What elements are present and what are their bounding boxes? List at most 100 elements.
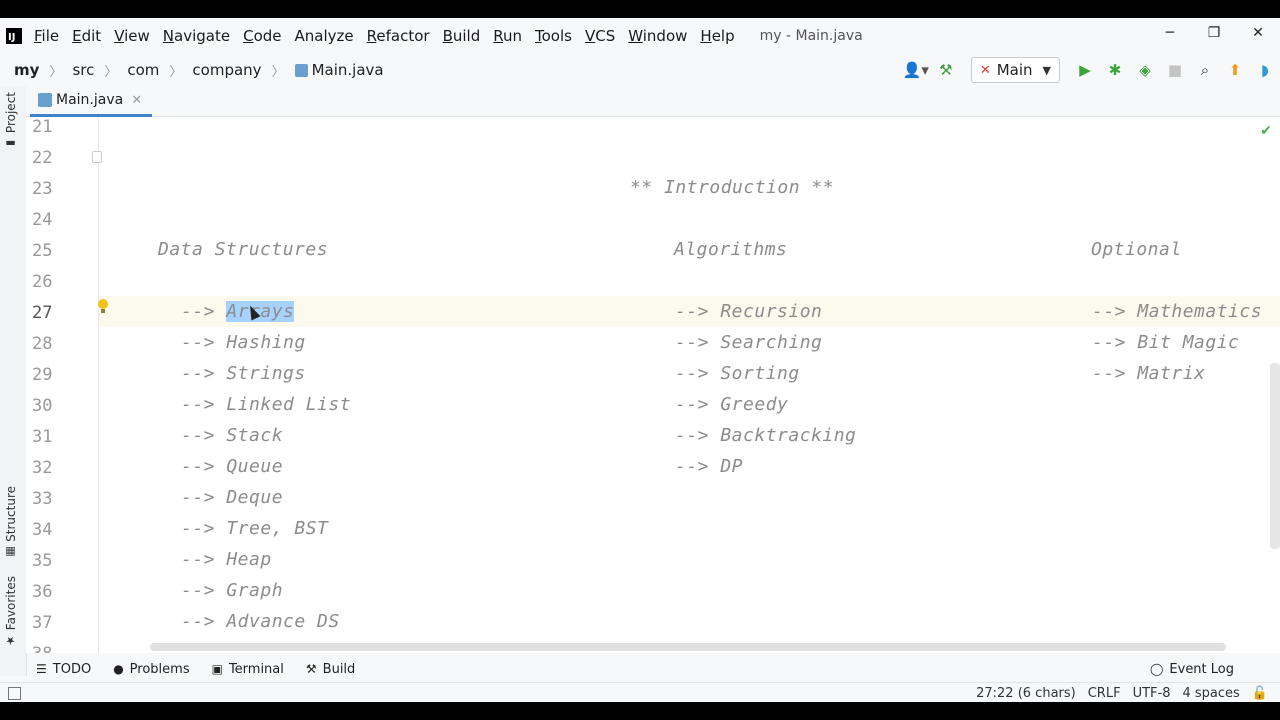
col-header-algorithms: Algorithms xyxy=(674,239,788,260)
optional-item: --> Mathematics xyxy=(1092,301,1263,322)
star-icon: ★ xyxy=(4,634,17,648)
indent-setting[interactable]: 4 spaces xyxy=(1182,686,1239,701)
run-icon[interactable]: ▶ xyxy=(1070,61,1100,79)
ds-item: --> Hashing xyxy=(181,332,306,353)
lightbulb-icon[interactable] xyxy=(98,299,108,313)
menu-vcs[interactable]: VCS xyxy=(585,27,615,45)
ds-item: --> Stack xyxy=(181,425,284,446)
hammer-icon: ⚒ xyxy=(305,662,317,676)
line-number: 31 xyxy=(32,427,53,447)
line-number: 21 xyxy=(32,117,53,137)
line-number: 30 xyxy=(32,396,53,416)
debug-icon[interactable]: ✱ xyxy=(1100,61,1130,79)
jetbrains-icon[interactable]: ◗ xyxy=(1250,61,1280,79)
update-icon[interactable]: ⬆ xyxy=(1220,61,1250,79)
line-number: 38 xyxy=(32,644,72,653)
window-title: my - Main.java xyxy=(759,28,863,44)
run-configuration-select[interactable]: ✕ Main ▼ xyxy=(970,57,1060,83)
terminal-tool-button[interactable]: ▣ Terminal xyxy=(212,662,284,677)
close-icon[interactable]: ✕ xyxy=(1236,18,1280,48)
breadcrumb-src[interactable]: src xyxy=(72,61,94,79)
tab-main-java[interactable]: Main.java ✕ xyxy=(30,86,153,117)
problems-tool-button[interactable]: ● Problems xyxy=(113,662,189,677)
problems-icon: ● xyxy=(113,662,124,676)
terminal-icon: ▣ xyxy=(211,662,223,676)
config-error-icon: ✕ xyxy=(979,62,991,78)
ds-item: --> Queue xyxy=(181,456,284,477)
user-icon[interactable]: 👤▾ xyxy=(901,61,931,79)
menu-edit[interactable]: Edit xyxy=(72,27,101,45)
line-number: 35 xyxy=(32,551,53,571)
menu-run[interactable]: Run xyxy=(493,27,522,45)
line-number: 34 xyxy=(32,520,53,540)
menu-analyze[interactable]: Analyze xyxy=(295,27,354,45)
tool-window-toggle-icon[interactable] xyxy=(8,686,21,700)
build-hammer-icon[interactable]: ⚒ xyxy=(931,61,961,79)
stop-icon[interactable]: ■ xyxy=(1160,61,1190,79)
chevron-down-icon: ▼ xyxy=(1042,63,1051,77)
code-editor[interactable]: 21 22 23 24 25 26 27 28 29 30 31 32 33 3… xyxy=(26,117,1280,653)
bottom-tool-bar: ☰ TODO ● Problems ▣ Terminal ⚒ Build ◯ Event … xyxy=(26,654,1280,684)
breadcrumb-company[interactable]: company xyxy=(192,61,261,79)
editor-gutter: 21 22 23 24 25 26 27 28 29 30 31 32 33 3… xyxy=(26,117,102,653)
structure-icon: ▦ xyxy=(4,545,17,559)
coverage-icon[interactable]: ◈ xyxy=(1130,61,1160,79)
optional-item: --> Matrix xyxy=(1092,363,1206,384)
line-number: 24 xyxy=(32,210,53,230)
file-encoding[interactable]: UTF-8 xyxy=(1133,686,1171,701)
no-problems-check-icon[interactable]: ✔ xyxy=(1260,123,1272,139)
col-header-optional: Optional xyxy=(1091,239,1182,260)
menu-file[interactable]: File xyxy=(34,27,59,45)
chat-bubble-icon: ◯ xyxy=(1149,662,1164,676)
todo-tool-button[interactable]: ☰ TODO xyxy=(36,662,91,677)
horizontal-scrollbar[interactable] xyxy=(150,643,1226,651)
breadcrumb-file[interactable]: Main.java xyxy=(294,61,384,79)
menu-window[interactable]: Window xyxy=(628,27,687,45)
breadcrumb-com[interactable]: com xyxy=(127,61,159,79)
folder-icon: ▬ xyxy=(4,136,17,150)
line-separator[interactable]: CRLF xyxy=(1088,686,1121,701)
menu-build[interactable]: Build xyxy=(443,27,481,45)
menu-view[interactable]: View xyxy=(114,27,150,45)
menu-navigate[interactable]: Navigate xyxy=(163,27,230,45)
breadcrumb-project[interactable]: my xyxy=(14,61,39,79)
build-tool-button[interactable]: ⚒ Build xyxy=(306,662,355,677)
event-log-button[interactable]: ◯ Event Log xyxy=(1150,654,1234,684)
favorites-tool-tab[interactable]: ★ Favorites xyxy=(4,576,18,651)
line-number: 23 xyxy=(32,179,53,199)
line-number: 37 xyxy=(32,613,53,633)
selected-text[interactable]: Arrays xyxy=(226,301,295,322)
vertical-scrollbar[interactable] xyxy=(1270,363,1280,549)
ds-item: --> Tree, BST xyxy=(181,518,329,539)
menu-code[interactable]: Code xyxy=(243,27,281,45)
chevron-right-icon: 〉 xyxy=(49,64,63,80)
line-number: 36 xyxy=(32,582,53,602)
editor-tab-bar: Main.java ✕ xyxy=(26,86,1280,117)
list-icon: ☰ xyxy=(36,662,47,676)
menu-tools[interactable]: Tools xyxy=(535,27,572,45)
close-tab-icon[interactable]: ✕ xyxy=(131,93,142,108)
minimize-icon[interactable]: ─ xyxy=(1148,18,1192,48)
menu-refactor[interactable]: Refactor xyxy=(367,27,430,45)
search-icon[interactable]: ⌕ xyxy=(1190,61,1220,79)
ds-item: --> Advance DS xyxy=(181,611,340,632)
intellij-logo-icon: IJ xyxy=(6,28,22,44)
comment-title: ** Introduction ** xyxy=(630,177,835,198)
fold-marker-icon[interactable] xyxy=(92,151,102,163)
ds-item: --> Graph xyxy=(181,580,284,601)
ds-item: --> Linked List xyxy=(181,394,352,415)
menu-help[interactable]: Help xyxy=(700,27,734,45)
java-file-icon xyxy=(38,93,52,107)
algo-item: --> Searching xyxy=(675,332,823,353)
structure-tool-tab[interactable]: ▦ Structure xyxy=(4,486,18,563)
line-number: 22 xyxy=(32,148,53,168)
caret-position[interactable]: 27:22 (6 chars) xyxy=(976,686,1076,701)
navigation-bar: my 〉 src 〉 com 〉 company 〉 Main.java 👤▾ … xyxy=(0,54,1280,86)
lock-icon[interactable]: 🔓 xyxy=(1252,686,1268,701)
maximize-icon[interactable]: ❐ xyxy=(1192,18,1236,48)
project-tool-tab[interactable]: ▬ Project xyxy=(4,92,18,154)
line-number: 32 xyxy=(32,458,53,478)
line-number: 25 xyxy=(32,241,53,261)
chevron-right-icon: 〉 xyxy=(169,64,183,80)
chevron-right-icon: 〉 xyxy=(271,64,285,80)
